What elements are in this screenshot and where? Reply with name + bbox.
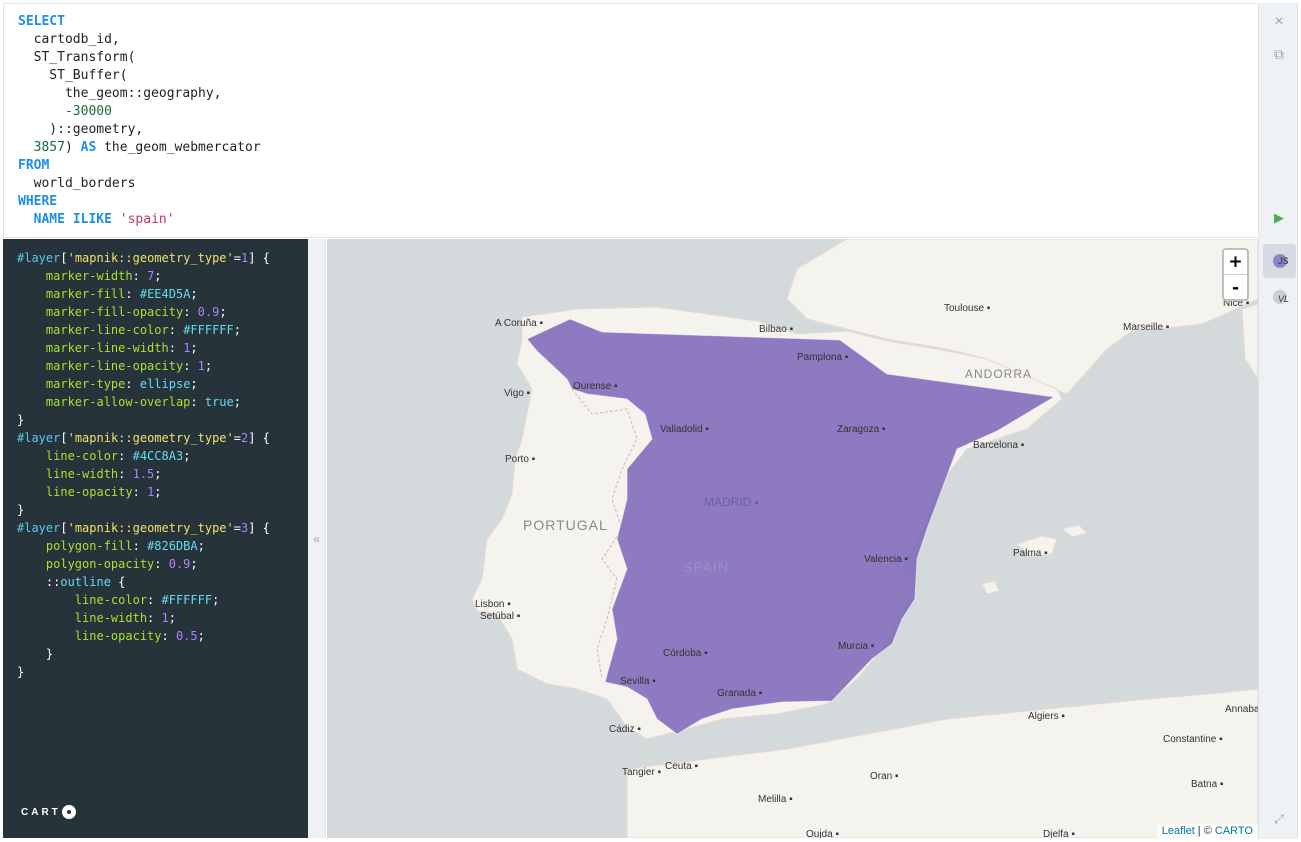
cartocss-line: line-opacity: 1; (45, 485, 162, 499)
sql-code[interactable]: SELECT cartodb_id, ST_Transform( ST_Buff… (18, 13, 261, 229)
city-label: Zaragoza ▪ (837, 424, 886, 435)
js-mode-button[interactable]: JS (1263, 244, 1296, 278)
cartocss-code[interactable]: #layer['mapnik::geometry_type'=1] { mark… (17, 249, 270, 681)
cartocss-line: polygon-fill: #826DBA; (45, 539, 205, 553)
city-label: Tangier ▪ (622, 767, 662, 778)
city-label: Toulouse ▪ (944, 303, 991, 314)
vl-mode-label: VL (1278, 294, 1290, 304)
cartocss-line: line-color: #4CC8A3; (45, 449, 191, 463)
zoom-out-button[interactable]: - (1224, 275, 1247, 299)
city-label: Batna ▪ (1191, 779, 1224, 790)
zoom-control: + - (1222, 248, 1249, 301)
city-label: Setúbal ▪ (480, 611, 521, 622)
city-label: Palma ▪ (1013, 548, 1048, 559)
collapse-panel-button[interactable]: « (308, 239, 326, 838)
city-label: Granada ▪ (717, 688, 763, 699)
cartocss-line: } (17, 665, 25, 679)
city-label: Djelfa ▪ (1043, 829, 1075, 838)
city-label: Algiers ▪ (1028, 711, 1065, 722)
cartocss-line: marker-line-opacity: 1; (45, 359, 213, 373)
sql-line: 3857) AS the_geom_webmercator (33, 140, 261, 155)
map-attribution: Leaflet | © CARTO (1156, 824, 1258, 838)
cartocss-line: marker-fill-opacity: 0.9; (45, 305, 227, 319)
cartocss-editor[interactable]: #layer['mapnik::geometry_type'=1] { mark… (3, 239, 308, 838)
city-label: Marseille ▪ (1123, 322, 1170, 333)
city-label: Ourense ▪ (573, 381, 618, 392)
cartocss-line: } (17, 503, 25, 517)
city-label: A Coruña ▪ (495, 318, 543, 329)
cartocss-line: ::outline { (17, 575, 126, 589)
attribution-separator: | © (1194, 825, 1215, 837)
cartocss-line: line-opacity: 0.5; (74, 629, 205, 643)
city-label: Murcia ▪ (838, 641, 875, 652)
close-icon[interactable]: × (1259, 11, 1299, 33)
right-toolbar: × ⧉ ▶ JS VL ⤢ (1258, 3, 1298, 839)
city-label: Barcelona ▪ (973, 440, 1025, 451)
city-label: Melilla ▪ (758, 794, 793, 805)
city-label: Valencia ▪ (864, 554, 908, 565)
city-label: Oujda ▪ (806, 829, 839, 838)
city-label: Lisbon ▪ (475, 599, 511, 610)
cartocss-line: marker-line-color: #FFFFFF; (45, 323, 241, 337)
country-label: SPAIN (683, 559, 729, 575)
city-label: MADRID ▪ (704, 495, 759, 509)
cartocss-line: polygon-opacity: 0.9; (45, 557, 198, 571)
cartocss-line: line-width: 1.5; (45, 467, 162, 481)
js-mode-label: JS (1278, 256, 1289, 266)
cartocss-line: line-color: #FFFFFF; (74, 593, 220, 607)
cartocss-line: marker-line-width: 1; (45, 341, 198, 355)
city-label: Cádiz ▪ (609, 724, 641, 735)
sql-line: world_borders (18, 176, 136, 191)
sql-line: NAME ILIKE 'spain' (33, 212, 175, 227)
country-label: PORTUGAL (523, 517, 608, 533)
carto-logo-text: CART (21, 806, 61, 818)
city-label: Sevilla ▪ (620, 676, 656, 687)
city-label: Pamplona ▪ (797, 352, 849, 363)
sql-line: ST_Transform( (18, 50, 136, 65)
city-label: Córdoba ▪ (663, 648, 708, 659)
cartocss-line: marker-allow-overlap: true; (45, 395, 241, 409)
expand-icon[interactable]: ⤢ (1259, 809, 1299, 829)
city-label: Constantine ▪ (1163, 734, 1223, 745)
run-query-button[interactable]: ▶ (1259, 207, 1299, 229)
city-label: Valladolid ▪ (660, 424, 709, 435)
cartocss-line: } (17, 647, 54, 661)
sql-line: ST_Buffer( (18, 68, 128, 83)
sql-line: FROM (18, 158, 50, 173)
copy-icon[interactable]: ⧉ (1259, 43, 1299, 65)
app-window: SELECT cartodb_id, ST_Transform( ST_Buff… (0, 0, 1301, 842)
sql-line: )::geometry, (18, 122, 144, 137)
cartocss-line: marker-type: ellipse; (45, 377, 198, 391)
cartocss-line: #layer['mapnik::geometry_type'=1] { (17, 251, 270, 265)
map-labels: Toulouse ▪A Coruña ▪Bilbao ▪ Marseille ▪N… (475, 298, 1258, 838)
city-label: Oran ▪ (870, 771, 899, 782)
cartocss-line: line-width: 1; (74, 611, 176, 625)
sql-line: -30000 (18, 104, 112, 119)
sql-editor[interactable]: SELECT cartodb_id, ST_Transform( ST_Buff… (3, 3, 1257, 238)
vl-mode-button[interactable]: VL (1263, 280, 1296, 314)
carto-logo-mark (61, 805, 76, 819)
carto-link[interactable]: CARTO (1215, 825, 1253, 837)
sql-line: WHERE (18, 194, 58, 209)
country-label: ANDORRA (965, 367, 1032, 381)
zoom-in-button[interactable]: + (1224, 250, 1247, 275)
sql-line: the_geom::geography, (18, 86, 222, 101)
city-label: Annaba ▪ (1225, 704, 1258, 715)
city-label: Bilbao ▪ (759, 324, 794, 335)
leaflet-link[interactable]: Leaflet (1162, 825, 1195, 837)
carto-logo: CART (21, 805, 76, 819)
cartocss-line: marker-width: 7; (45, 269, 162, 283)
map[interactable]: Toulouse ▪ A Coruña ▪ Bilbao ▪ Marseille ▪ N… (327, 239, 1258, 838)
city-label: Vigo ▪ (504, 388, 531, 399)
city-label: Ceuta ▪ (665, 761, 698, 772)
sql-line: SELECT (18, 14, 65, 29)
cartocss-line: #layer['mapnik::geometry_type'=2] { (17, 431, 270, 445)
cartocss-line: #layer['mapnik::geometry_type'=3] { (17, 521, 270, 535)
city-label: Porto ▪ (505, 454, 536, 465)
cartocss-line: marker-fill: #EE4D5A; (45, 287, 198, 301)
cartocss-line: } (17, 413, 25, 427)
sql-line: cartodb_id, (18, 32, 120, 47)
